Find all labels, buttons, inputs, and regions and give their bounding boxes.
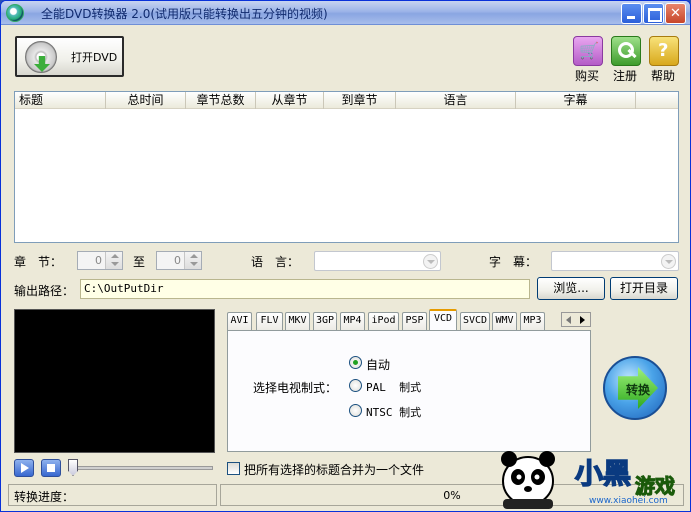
svg-text:游戏: 游戏: [635, 474, 675, 498]
vcd-settings-panel: 选择电视制式： 自动 PAL 制式 NTSC 制式: [227, 330, 591, 452]
column-header-total-time[interactable]: 总时间: [106, 92, 186, 109]
tab-ipod[interactable]: iPod: [368, 312, 399, 330]
chapter-from-value: 0: [95, 254, 102, 267]
column-header-from-chapter[interactable]: 从章节: [256, 92, 324, 109]
radio-ntsc-label[interactable]: NTSC 制式: [366, 404, 421, 420]
register-label[interactable]: 注册: [613, 67, 637, 84]
maximize-button[interactable]: [643, 3, 664, 24]
progress-percent: 0%: [443, 489, 461, 502]
chapter-to-value: 0: [174, 254, 181, 267]
radio-ntsc[interactable]: [349, 404, 362, 417]
column-header-language[interactable]: 语言: [396, 92, 516, 109]
convert-button[interactable]: 转换: [603, 356, 667, 420]
radio-pal-label[interactable]: PAL 制式: [366, 379, 421, 395]
chevron-down-icon[interactable]: [661, 254, 676, 269]
cart-icon[interactable]: [573, 36, 603, 66]
subtitle-label: 字 幕：: [489, 255, 538, 269]
help-icon[interactable]: [649, 36, 679, 66]
app-icon: [6, 4, 24, 22]
help-label[interactable]: 帮助: [651, 67, 675, 84]
stop-button[interactable]: [41, 459, 61, 477]
tab-mp3[interactable]: MP3: [520, 312, 545, 330]
panda-logo-icon: [501, 451, 555, 509]
column-header-subtitle[interactable]: 字幕: [516, 92, 636, 109]
watermark-logo: 小黑 游戏 www.xiaohei.com: [574, 456, 675, 506]
tv-standard-label: 选择电视制式：: [253, 381, 338, 395]
tab-wmv[interactable]: WMV: [492, 312, 517, 330]
radio-pal[interactable]: [349, 379, 362, 392]
language-select[interactable]: [314, 251, 441, 271]
spinner-arrows-icon[interactable]: [105, 252, 122, 269]
chevron-down-icon[interactable]: [423, 254, 438, 269]
video-preview: [14, 309, 215, 453]
spinner-arrows-icon[interactable]: [184, 252, 201, 269]
seek-thumb[interactable]: [68, 459, 78, 476]
tab-vcd[interactable]: VCD: [429, 309, 457, 330]
tab-3gp[interactable]: 3GP: [313, 312, 337, 330]
open-dvd-button[interactable]: 打开DVD: [15, 36, 124, 77]
status-progress-label-box: 转换进度：: [8, 484, 217, 506]
minimize-button[interactable]: [621, 3, 642, 24]
tab-flv[interactable]: FLV: [256, 312, 283, 330]
main-window: 全能DVD转换器 2.0(试用版只能转换出五分钟的视频) ✕ 打开DVD 购买 …: [0, 0, 691, 512]
browse-button[interactable]: 浏览...: [537, 277, 605, 300]
play-button[interactable]: [14, 459, 34, 477]
merge-label[interactable]: 把所有选择的标题合并为一个文件: [244, 461, 424, 478]
chapter-label: 章 节：: [14, 255, 63, 269]
tab-svcd[interactable]: SVCD: [460, 312, 490, 330]
tab-mkv[interactable]: MKV: [285, 312, 310, 330]
merge-checkbox[interactable]: [227, 462, 240, 475]
chapter-from-spinner[interactable]: 0: [77, 251, 123, 270]
output-path-label: 输出路径：: [14, 284, 75, 298]
titles-list[interactable]: 标题 总时间 章节总数 从章节 到章节 语言 字幕: [14, 91, 679, 243]
svg-text:www.xiaohei.com: www.xiaohei.com: [589, 496, 668, 506]
window-title: 全能DVD转换器 2.0(试用版只能转换出五分钟的视频): [41, 7, 328, 21]
column-header-chapter-count[interactable]: 章节总数: [186, 92, 256, 109]
close-button[interactable]: ✕: [665, 3, 686, 24]
chapter-to-spinner[interactable]: 0: [156, 251, 202, 270]
radio-auto-label[interactable]: 自动: [366, 356, 390, 373]
tab-scroll-arrows[interactable]: [561, 312, 591, 327]
buy-label[interactable]: 购买: [575, 67, 599, 84]
progress-label: 转换进度：: [14, 490, 75, 504]
radio-auto[interactable]: [349, 356, 362, 369]
convert-label: 转换: [626, 383, 651, 397]
tab-mp4[interactable]: MP4: [340, 312, 365, 330]
titles-list-header: 标题 总时间 章节总数 从章节 到章节 语言 字幕: [15, 92, 678, 109]
tab-avi[interactable]: AVI: [227, 312, 252, 330]
to-label: 至: [133, 255, 146, 269]
column-header-to-chapter[interactable]: 到章节: [324, 92, 396, 109]
magnifier-key-icon[interactable]: [611, 36, 641, 66]
open-directory-button[interactable]: 打开目录: [610, 277, 678, 300]
open-dvd-label: 打开DVD: [71, 51, 118, 64]
tab-psp[interactable]: PSP: [402, 312, 427, 330]
column-header-title[interactable]: 标题: [15, 92, 106, 109]
svg-text:小黑: 小黑: [575, 457, 631, 490]
output-path-input[interactable]: C:\OutPutDir: [80, 279, 530, 299]
seek-bar[interactable]: [71, 466, 213, 470]
subtitle-select[interactable]: [551, 251, 679, 271]
title-bar: 全能DVD转换器 2.0(试用版只能转换出五分钟的视频) ✕: [1, 1, 690, 25]
language-label: 语 言：: [251, 255, 300, 269]
